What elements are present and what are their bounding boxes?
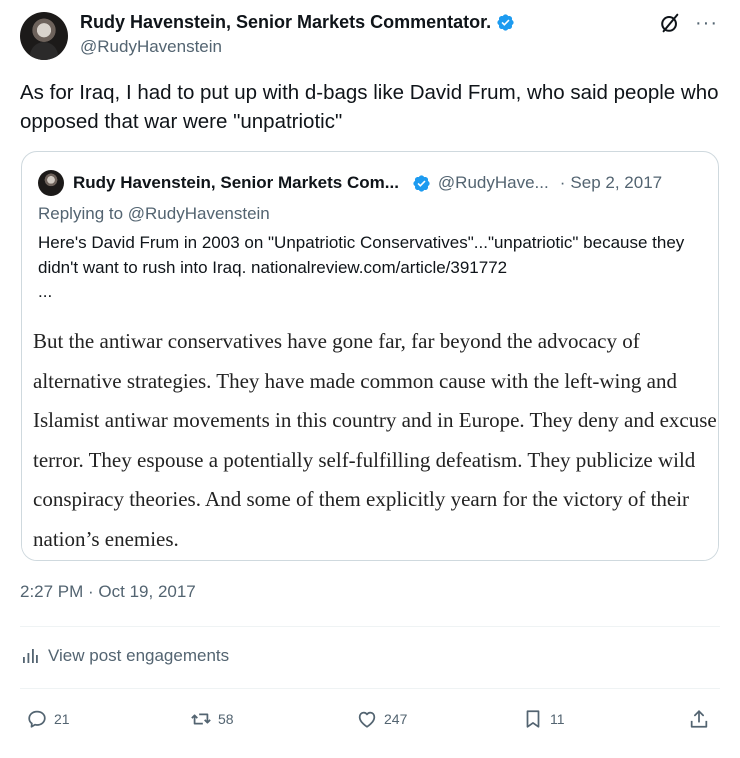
share-button[interactable] <box>688 708 710 730</box>
quoted-text: Here's David Frum in 2003 on "Unpatrioti… <box>38 233 685 277</box>
analytics-icon <box>23 649 38 663</box>
more-icon[interactable]: ··· <box>695 13 718 33</box>
quoted-avatar <box>38 170 64 196</box>
grok-icon[interactable] <box>659 12 681 34</box>
verified-badge-icon <box>497 14 514 31</box>
quoted-separator: · <box>559 173 566 192</box>
quoted-image-excerpt: But the antiwar conservatives have gone … <box>33 329 717 551</box>
tweet-timestamp[interactable]: 2:27 PM · Oct 19, 2017 <box>20 582 196 602</box>
view-engagements-label: View post engagements <box>48 646 230 665</box>
like-count: 247 <box>384 711 408 727</box>
repost-button[interactable]: 58 <box>190 708 234 730</box>
quoted-replying-to: Replying to @RudyHavenstein <box>38 204 270 223</box>
header-actions: ··· <box>659 12 718 34</box>
verified-badge-icon <box>413 174 430 192</box>
author-display-name[interactable]: Rudy Havenstein, Senior Markets Commenta… <box>80 12 491 33</box>
reply-button[interactable]: 21 <box>26 708 70 730</box>
share-icon <box>690 710 708 728</box>
quoted-tweet-header: Rudy Havenstein, Senior Markets Com... @… <box>38 170 662 196</box>
bookmark-icon <box>526 710 540 728</box>
like-button[interactable]: 247 <box>356 708 407 730</box>
bookmark-count: 11 <box>550 711 565 727</box>
reply-icon <box>28 710 46 728</box>
avatar[interactable] <box>20 12 68 60</box>
tweet-header: Rudy Havenstein, Senior Markets Commenta… <box>20 10 720 62</box>
author-name-row: Rudy Havenstein, Senior Markets Commenta… <box>80 12 515 33</box>
divider <box>20 688 720 689</box>
view-engagements-link[interactable]: View post engagements <box>20 646 229 666</box>
bookmark-button[interactable]: 11 <box>522 708 565 730</box>
tweet-text: As for Iraq, I had to put up with d-bags… <box>20 81 719 133</box>
repost-icon <box>191 713 211 725</box>
quoted-handle: @RudyHave... <box>437 173 549 192</box>
quoted-tweet[interactable]: Rudy Havenstein, Senior Markets Com... @… <box>21 151 719 561</box>
repost-count: 58 <box>218 711 234 727</box>
like-icon <box>358 711 376 728</box>
reply-count: 21 <box>54 711 70 727</box>
quoted-image[interactable]: But the antiwar conservatives have gone … <box>22 310 718 560</box>
author-handle[interactable]: @RudyHavenstein <box>80 37 222 57</box>
quoted-display-name: Rudy Havenstein, Senior Markets Com... <box>73 173 399 192</box>
quoted-date: Sep 2, 2017 <box>570 173 663 192</box>
action-bar: 21 58 247 11 <box>20 708 720 734</box>
divider <box>20 626 720 627</box>
quoted-text-ellipsis: ... <box>38 282 53 301</box>
